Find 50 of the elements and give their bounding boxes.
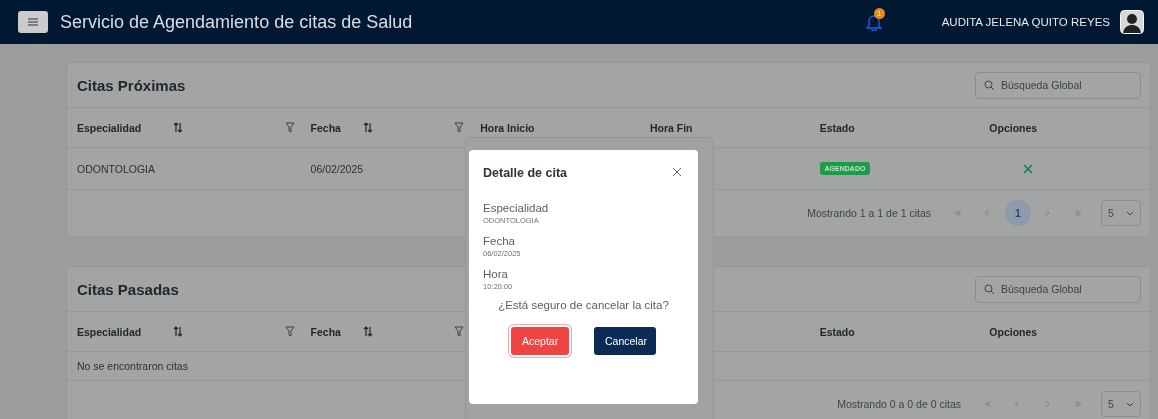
chevron-down-icon	[1126, 210, 1134, 216]
notification-badge: 1	[873, 8, 885, 19]
column-header: Hora Fin	[649, 121, 693, 134]
column-header: Estado	[819, 121, 855, 134]
search-icon	[984, 79, 995, 91]
search-field[interactable]: Búsqueda Global	[975, 71, 1141, 99]
cancel-button[interactable]: Cancelar	[594, 327, 656, 355]
field-label: Fecha	[483, 235, 516, 247]
filter-icon[interactable]	[284, 326, 295, 337]
column-header: Fecha	[310, 325, 341, 338]
page-size-dropdown[interactable]: 5	[1101, 391, 1141, 417]
column-header: Especialidad	[77, 325, 142, 338]
pagination-summary: Mostrando 1 a 1 de 1 citas	[807, 207, 931, 219]
search-icon	[984, 283, 995, 295]
chevron-down-icon	[1126, 401, 1134, 407]
bell-icon[interactable]	[865, 13, 882, 31]
card-title: Citas Pasadas	[77, 280, 179, 298]
close-icon[interactable]	[672, 167, 684, 179]
app-title: Servicio de Agendamiento de citas de Salud	[60, 11, 414, 33]
sort-icon[interactable]	[362, 326, 373, 337]
table-cell: ODONTOLOGIA	[77, 162, 155, 175]
cancel-icon[interactable]	[1023, 163, 1034, 174]
page-size-dropdown[interactable]: 5	[1101, 200, 1141, 226]
column-header: Hora Inicio	[480, 121, 535, 134]
dialog-title: Detalle de cita	[483, 166, 568, 180]
table-cell: 06/02/2025	[310, 162, 364, 175]
pagination-summary: Mostrando 0 a 0 de 0 citas	[837, 398, 961, 410]
filter-icon[interactable]	[454, 122, 465, 133]
column-header: Fecha	[310, 121, 341, 134]
column-header: Especialidad	[77, 121, 142, 134]
sort-icon[interactable]	[172, 326, 183, 337]
accept-button[interactable]: Aceptar	[511, 327, 569, 355]
field-label: Especialidad	[483, 202, 550, 214]
card-title: Citas Próximas	[77, 76, 186, 94]
page-button[interactable]: 1	[1005, 200, 1031, 226]
empty-message: No se encontraron citas	[76, 360, 188, 372]
sort-icon[interactable]	[172, 122, 183, 133]
sort-icon[interactable]	[362, 122, 373, 133]
avatar-icon[interactable]	[1120, 10, 1144, 34]
column-header: Opciones	[989, 325, 1038, 338]
column-header: Estado	[819, 325, 855, 338]
filter-icon[interactable]	[454, 326, 465, 337]
search-field[interactable]: Búsqueda Global	[975, 275, 1141, 303]
filter-icon[interactable]	[284, 122, 295, 133]
user-name: AUDITA JELENA QUITO REYES	[941, 16, 1110, 28]
menu-button[interactable]	[18, 11, 48, 33]
menu-icon	[28, 18, 38, 26]
column-header: Opciones	[989, 121, 1038, 134]
field-label: Hora	[483, 268, 509, 280]
confirm-question: ¿Está seguro de cancelar la cita?	[497, 299, 670, 311]
